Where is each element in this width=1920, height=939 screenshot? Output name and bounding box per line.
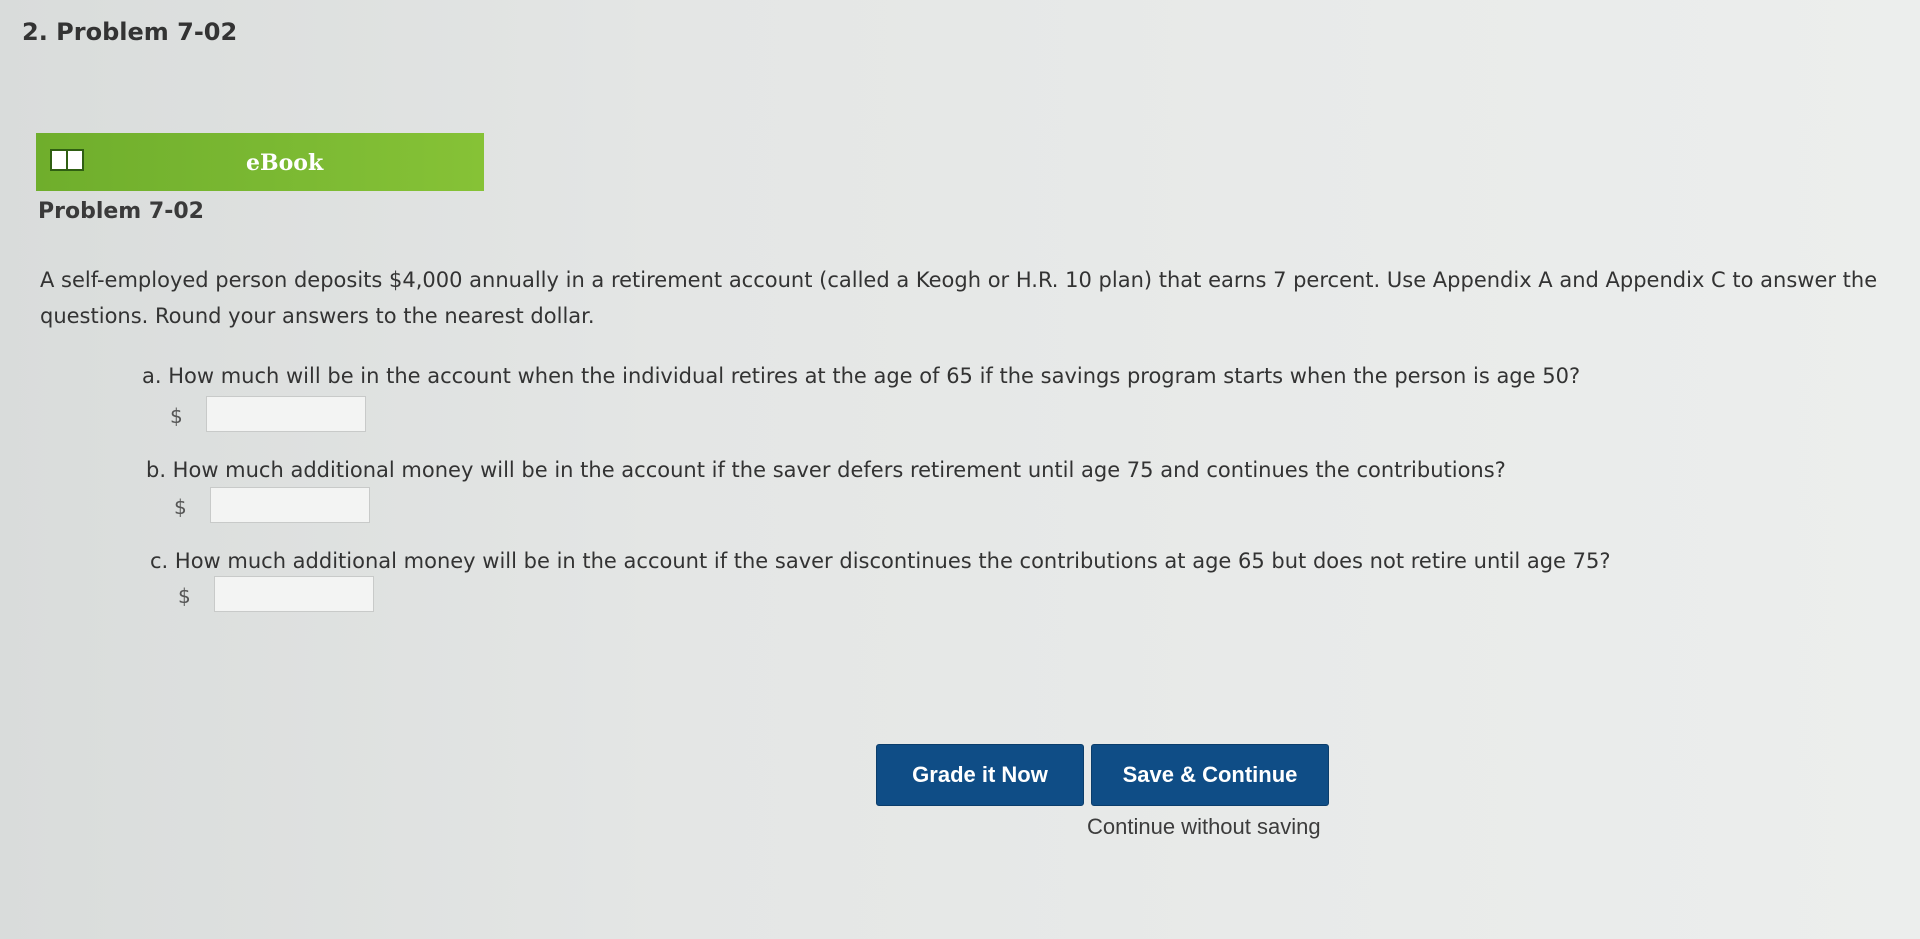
- question-b-text: b. How much additional money will be in …: [146, 458, 1506, 482]
- grade-it-now-button[interactable]: Grade it Now: [876, 744, 1084, 806]
- currency-symbol: $: [178, 584, 191, 608]
- answer-input-c[interactable]: [214, 576, 374, 612]
- problem-statement: A self-employed person deposits $4,000 a…: [40, 268, 1878, 328]
- answer-input-a[interactable]: [206, 396, 366, 432]
- question-a-text: a. How much will be in the account when …: [142, 364, 1581, 388]
- currency-symbol: $: [174, 495, 187, 519]
- book-icon: [50, 149, 84, 171]
- answer-input-b[interactable]: [210, 487, 370, 523]
- problem-title: Problem 7-02: [38, 199, 204, 224]
- question-heading: 2. Problem 7-02: [22, 18, 238, 46]
- ebook-label: eBook: [246, 150, 324, 176]
- currency-symbol: $: [170, 404, 183, 428]
- ebook-button[interactable]: eBook: [36, 133, 484, 191]
- continue-without-saving-link[interactable]: Continue without saving: [1087, 814, 1321, 840]
- save-continue-button[interactable]: Save & Continue: [1091, 744, 1329, 806]
- question-c-text: c. How much additional money will be in …: [150, 549, 1611, 573]
